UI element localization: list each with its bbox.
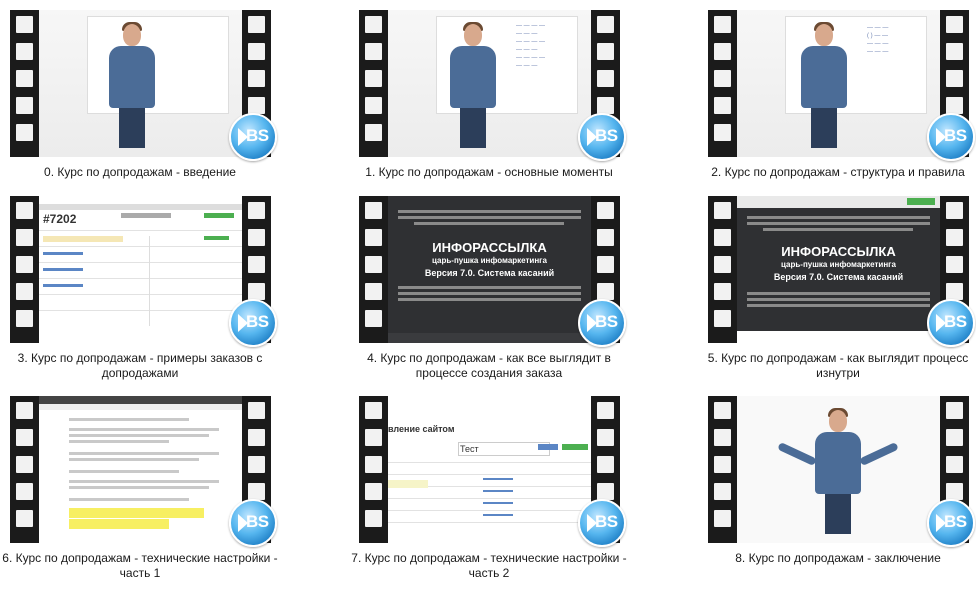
video-title[interactable]: 2. Курс по допродажам - структура и прав…: [698, 165, 976, 180]
landing-subtitle: царь-пушка инфомаркетинга: [432, 256, 547, 265]
video-thumbnail[interactable]: BS: [708, 396, 975, 547]
video-frame: #7202: [39, 196, 242, 343]
film-strip-icon: [359, 10, 388, 157]
bs-logo-icon: BS: [578, 299, 626, 347]
highlighted-text: [69, 508, 204, 518]
film-strip-icon: [708, 10, 737, 157]
bs-logo-icon: BS: [578, 113, 626, 161]
video-title[interactable]: 4. Курс по допродажам - как все выглядит…: [349, 351, 629, 381]
film-strip-icon: [10, 196, 39, 343]
video-title[interactable]: 6. Курс по допродажам - технические наст…: [0, 551, 280, 581]
video-frame: [39, 10, 242, 157]
whiteboard-notes: — — — — — — — — — — — — — — — — — — — — —: [516, 23, 546, 69]
film-strip-icon: [359, 196, 388, 343]
film-strip-icon: [10, 10, 39, 157]
video-title[interactable]: 8. Курс по допродажам - заключение: [698, 551, 976, 566]
presenter-image: [799, 22, 849, 148]
video-title[interactable]: 1. Курс по допродажам - основные моменты: [349, 165, 629, 180]
video-thumbnail[interactable]: BS: [10, 10, 277, 161]
landing-version: Версия 7.0. Система касаний: [773, 272, 904, 282]
video-grid: BS 0. Курс по допродажам - введение — — …: [0, 0, 976, 589]
bs-logo-icon: BS: [229, 113, 277, 161]
crm-title: вление сайтом: [388, 424, 455, 434]
whiteboard-diagram: — — —( ) — — — — — — — —: [867, 25, 889, 55]
video-thumbnail[interactable]: #7202 BS: [10, 196, 277, 347]
video-frame: [737, 396, 940, 543]
order-number: #7202: [43, 212, 77, 226]
video-thumbnail[interactable]: — — —( ) — — — — — — — — BS: [708, 10, 975, 161]
video-frame: ИНФОРАССЫЛКА царь-пушка инфомаркетинга В…: [737, 196, 940, 343]
video-frame: — — —( ) — — — — — — — —: [737, 10, 940, 157]
landing-subtitle: царь-пушка инфомаркетинга: [781, 260, 896, 269]
film-strip-icon: [10, 396, 39, 543]
video-thumbnail[interactable]: BS: [10, 396, 277, 547]
video-frame: — — — — — — — — — — — — — — — — — — — — —: [388, 10, 591, 157]
film-strip-icon: [708, 196, 737, 343]
presenter-image: [107, 22, 157, 148]
presenter-image: [813, 408, 863, 534]
film-strip-icon: [359, 396, 388, 543]
bs-logo-icon: BS: [229, 499, 277, 547]
landing-heading: ИНФОРАССЫЛКА: [781, 244, 896, 259]
video-frame: вление сайтом Тест: [388, 396, 591, 543]
video-frame: [39, 396, 242, 543]
bs-logo-icon: BS: [927, 113, 975, 161]
landing-heading: ИНФОРАССЫЛКА: [432, 240, 547, 255]
video-title[interactable]: 5. Курс по допродажам - как выглядит про…: [698, 351, 976, 381]
bs-logo-icon: BS: [927, 299, 975, 347]
bs-logo-icon: BS: [578, 499, 626, 547]
bs-logo-icon: BS: [927, 499, 975, 547]
film-strip-icon: [708, 396, 737, 543]
landing-version: Версия 7.0. Система касаний: [424, 268, 555, 278]
video-title[interactable]: 0. Курс по допродажам - введение: [0, 165, 280, 180]
video-title[interactable]: 7. Курс по допродажам - технические наст…: [349, 551, 629, 581]
presenter-image: [448, 22, 498, 148]
video-thumbnail[interactable]: вление сайтом Тест BS: [359, 396, 626, 547]
video-thumbnail[interactable]: ИНФОРАССЫЛКА царь-пушка инфомаркетинга В…: [708, 196, 975, 347]
bs-logo-icon: BS: [229, 299, 277, 347]
video-thumbnail[interactable]: ИНФОРАССЫЛКА царь-пушка инфомаркетинга В…: [359, 196, 626, 347]
video-frame: ИНФОРАССЫЛКА царь-пушка инфомаркетинга В…: [388, 196, 591, 343]
video-title[interactable]: 3. Курс по допродажам - примеры заказов …: [0, 351, 280, 381]
video-thumbnail[interactable]: — — — — — — — — — — — — — — — — — — — — — BS: [359, 10, 626, 161]
